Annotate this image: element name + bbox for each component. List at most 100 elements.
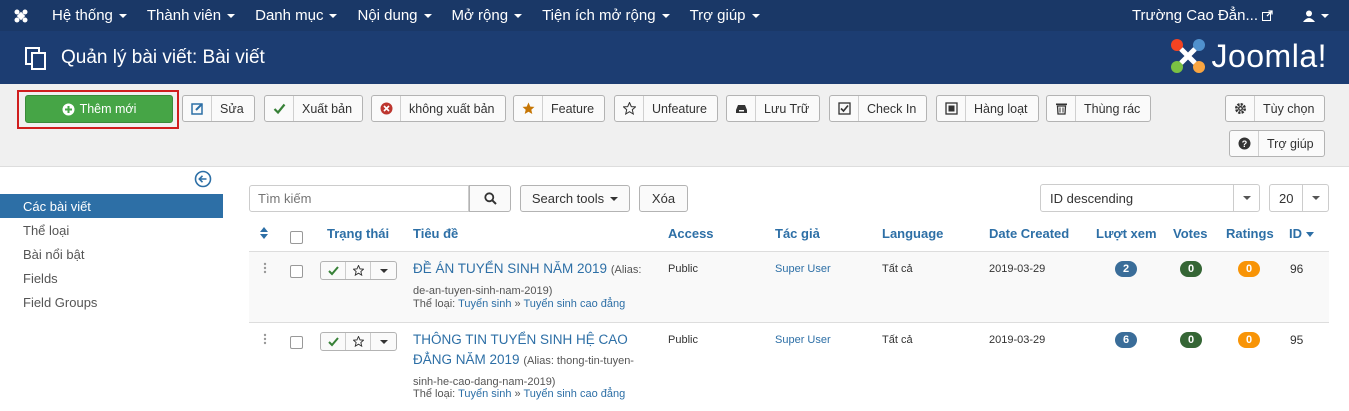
caret-down-icon bbox=[1233, 185, 1259, 211]
published-check-icon[interactable] bbox=[321, 333, 346, 350]
sidebar-item-label: Thể loại bbox=[23, 222, 70, 238]
unpublish-button[interactable]: không xuất bản bbox=[371, 95, 506, 122]
column-header-author[interactable]: Tác giả bbox=[775, 226, 820, 241]
trash-icon bbox=[1047, 96, 1076, 121]
column-header-date-created[interactable]: Date Created bbox=[989, 226, 1069, 241]
new-button[interactable]: Thêm mới bbox=[25, 95, 173, 123]
archive-button[interactable]: Lưu Trữ bbox=[726, 95, 821, 122]
sidebar-item-label: Bài nổi bật bbox=[23, 246, 85, 262]
batch-button[interactable]: Hàng loạt bbox=[936, 95, 1039, 122]
publish-label: Xuất bản bbox=[302, 101, 353, 116]
category-link[interactable]: Tuyển sinh bbox=[458, 298, 511, 310]
menu-label: Trợ giúp bbox=[689, 7, 746, 24]
author-link[interactable]: Super User bbox=[775, 263, 831, 275]
menu-content[interactable]: Nội dung bbox=[347, 0, 441, 31]
row-checkbox[interactable] bbox=[290, 336, 303, 349]
published-check-icon[interactable] bbox=[321, 262, 346, 279]
column-header-id[interactable]: ID bbox=[1289, 226, 1314, 241]
menu-components[interactable]: Tiện ích mở rộng bbox=[532, 0, 680, 31]
new-button-label: Thêm mới bbox=[79, 102, 137, 116]
feature-button[interactable]: Feature bbox=[513, 95, 606, 122]
column-header-title[interactable]: Tiêu đề bbox=[413, 226, 458, 241]
search-tools-label: Search tools bbox=[531, 191, 605, 206]
access-value: Public bbox=[668, 334, 698, 346]
language-value: Tất cả bbox=[882, 263, 913, 275]
votes-badge: 0 bbox=[1180, 332, 1202, 348]
sidebar-item-articles[interactable]: Các bài viết bbox=[0, 194, 223, 218]
checkin-button[interactable]: Check In bbox=[829, 95, 928, 122]
menu-users[interactable]: Thành viên bbox=[137, 0, 245, 31]
sidebar-collapse-icon[interactable] bbox=[194, 170, 212, 188]
menu-label: Hệ thống bbox=[52, 7, 113, 24]
check-all-checkbox[interactable] bbox=[290, 231, 303, 244]
caret-down-icon bbox=[118, 13, 127, 18]
user-menu[interactable] bbox=[1303, 10, 1349, 22]
actions-dropdown-icon[interactable] bbox=[371, 262, 396, 279]
options-button[interactable]: Tùy chọn bbox=[1225, 95, 1326, 122]
subcategory-link[interactable]: Tuyển sinh cao đẳng bbox=[524, 388, 626, 400]
page-header: Quản lý bài viết: Bài viết Joomla! bbox=[0, 31, 1349, 84]
unfeature-button[interactable]: Unfeature bbox=[614, 95, 718, 122]
caret-down-icon bbox=[329, 13, 338, 18]
menu-extensions[interactable]: Mở rộng bbox=[442, 0, 533, 31]
row-checkbox[interactable] bbox=[290, 265, 303, 278]
article-title[interactable]: ĐỀ ÁN TUYỂN SINH NĂM 2019 bbox=[413, 261, 607, 276]
featured-star-icon[interactable] bbox=[346, 333, 371, 350]
subcategory-link[interactable]: Tuyển sinh cao đẳng bbox=[524, 298, 626, 310]
column-header-access[interactable]: Access bbox=[668, 226, 714, 241]
column-header-ratings[interactable]: Ratings bbox=[1226, 226, 1274, 241]
menu-system[interactable]: Hệ thống bbox=[42, 0, 137, 31]
search-tools-button[interactable]: Search tools bbox=[520, 185, 630, 212]
menu-label: Tiện ích mở rộng bbox=[542, 7, 656, 24]
search-button[interactable] bbox=[469, 185, 511, 212]
plus-circle-icon bbox=[62, 103, 75, 115]
sidebar-item-fields[interactable]: Fields bbox=[0, 266, 223, 290]
trash-button[interactable]: Thùng rác bbox=[1046, 95, 1152, 122]
actions-dropdown-icon[interactable] bbox=[371, 333, 396, 350]
hits-badge: 2 bbox=[1115, 261, 1137, 277]
help-button[interactable]: ? Trợ giúp bbox=[1229, 130, 1325, 157]
votes-badge: 0 bbox=[1180, 261, 1202, 277]
ordering-select[interactable]: ID descending bbox=[1040, 184, 1260, 212]
caret-down-icon bbox=[751, 13, 760, 18]
edit-button[interactable]: Sửa bbox=[182, 95, 255, 122]
sidebar-item-featured[interactable]: Bài nổi bật bbox=[0, 242, 223, 266]
edit-label: Sửa bbox=[220, 101, 244, 116]
joomla-logo-icon[interactable] bbox=[0, 0, 42, 31]
checkbox-icon bbox=[830, 96, 859, 121]
sidebar-item-field-groups[interactable]: Field Groups bbox=[0, 290, 223, 314]
article-title-link[interactable]: ĐỀ ÁN TUYỂN SINH NĂM 2019 (Alias: de-an-… bbox=[413, 259, 653, 301]
clear-button[interactable]: Xóa bbox=[639, 185, 688, 212]
sidebar-item-categories[interactable]: Thể loại bbox=[0, 218, 223, 242]
column-header-language[interactable]: Language bbox=[882, 226, 943, 241]
status-button-group bbox=[320, 261, 397, 280]
author-link[interactable]: Super User bbox=[775, 334, 831, 346]
unpublish-label: không xuất bản bbox=[409, 101, 495, 116]
column-header-hits[interactable]: Lượt xem bbox=[1096, 226, 1157, 241]
column-header-status[interactable]: Trạng thái bbox=[327, 226, 389, 241]
category-prefix: Thể loại: bbox=[413, 388, 456, 400]
help-label: Trợ giúp bbox=[1267, 136, 1314, 151]
site-link[interactable]: Trường Cao Đẳn... bbox=[1132, 7, 1303, 24]
top-navbar: Hệ thống Thành viên Danh mục Nội dung Mở… bbox=[0, 0, 1349, 31]
batch-label: Hàng loạt bbox=[974, 101, 1028, 116]
archive-icon bbox=[727, 96, 756, 121]
search-input[interactable] bbox=[249, 185, 469, 212]
menu-help[interactable]: Trợ giúp bbox=[680, 0, 770, 31]
sort-ordering-icon[interactable] bbox=[259, 227, 269, 239]
joomla-brand-icon bbox=[1171, 39, 1206, 73]
article-title-link[interactable]: THÔNG TIN TUYỂN SINH HỆ CAO ĐẲNG NĂM 201… bbox=[413, 330, 655, 392]
category-link[interactable]: Tuyển sinh bbox=[458, 388, 511, 400]
menu-content-categories[interactable]: Danh mục bbox=[245, 0, 347, 31]
featured-star-icon[interactable] bbox=[346, 262, 371, 279]
column-header-votes[interactable]: Votes bbox=[1173, 226, 1207, 241]
sort-desc-icon bbox=[1305, 232, 1314, 237]
sidebar-item-label: Fields bbox=[23, 270, 58, 286]
check-icon bbox=[265, 96, 294, 121]
limit-select[interactable]: 20 bbox=[1269, 184, 1329, 212]
drag-handle-icon[interactable] bbox=[263, 333, 267, 345]
caret-down-icon bbox=[423, 13, 432, 18]
publish-button[interactable]: Xuất bản bbox=[264, 95, 364, 122]
drag-handle-icon[interactable] bbox=[263, 262, 267, 274]
unfeature-label: Unfeature bbox=[652, 101, 707, 116]
